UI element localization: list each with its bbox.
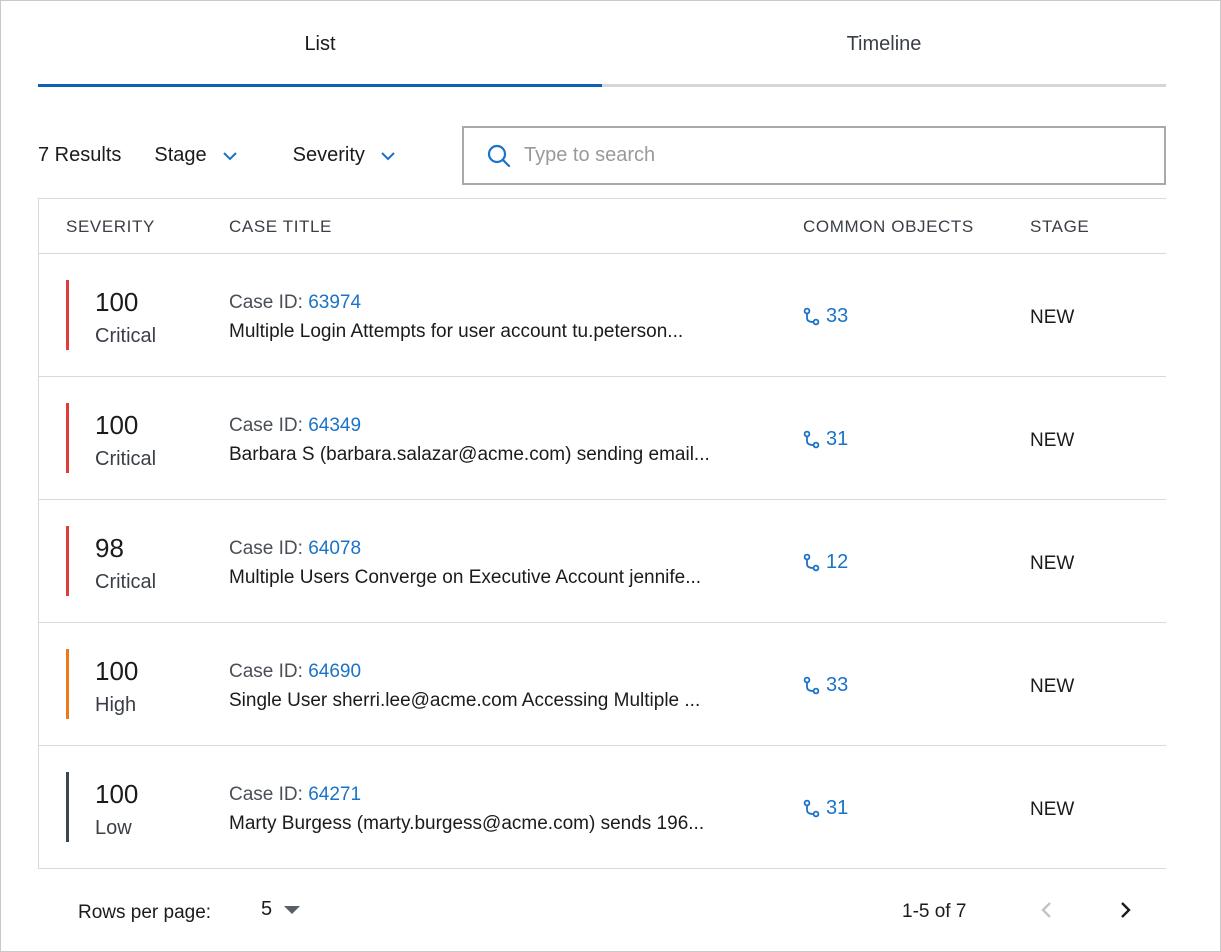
header-severity[interactable]: SEVERITY [66, 217, 155, 237]
table-row[interactable]: 100 High Case ID: 64690 Single User sher… [39, 623, 1166, 746]
case-title: Multiple Login Attempts for user account… [229, 321, 684, 342]
stage-filter-label: Stage [154, 144, 207, 166]
header-stage[interactable]: STAGE [1030, 217, 1089, 237]
rows-per-page-select[interactable]: 5 [261, 898, 301, 921]
pagination-range: 1-5 of 7 [902, 901, 967, 922]
chevron-left-icon [1041, 902, 1051, 918]
common-objects-count: 33 [826, 305, 849, 327]
case-id-link[interactable]: 64690 [308, 661, 361, 682]
severity-indicator-bar [66, 403, 69, 473]
stage-filter-dropdown[interactable]: Stage [154, 144, 238, 167]
stage-value: NEW [1030, 676, 1075, 697]
severity-label: Critical [95, 448, 157, 470]
severity-indicator-bar [66, 526, 69, 596]
header-common-objects[interactable]: COMMON OBJECTS [803, 217, 974, 237]
common-objects-link[interactable]: 12 [803, 551, 848, 574]
branch-icon [803, 307, 820, 325]
severity-filter-dropdown[interactable]: Severity [293, 144, 397, 167]
filter-bar: 7 Results Stage Severity [38, 126, 1166, 185]
severity-score: 100 [95, 410, 139, 440]
case-id-prefix: Case ID: [229, 538, 309, 559]
severity-indicator-bar [66, 649, 69, 719]
chevron-down-icon [381, 151, 395, 160]
case-id-link[interactable]: 64271 [308, 784, 361, 805]
table-row[interactable]: 100 Low Case ID: 64271 Marty Burgess (ma… [39, 746, 1166, 869]
cases-table: SEVERITY CASE TITLE COMMON OBJECTS STAGE… [38, 198, 1166, 869]
case-title: Marty Burgess (marty.burgess@acme.com) s… [229, 813, 705, 834]
case-id-prefix: Case ID: [229, 661, 309, 682]
severity-label: Critical [95, 325, 157, 347]
severity-score: 100 [95, 779, 139, 809]
table-row[interactable]: 100 Critical Case ID: 64349 Barbara S (b… [39, 377, 1166, 500]
case-title: Multiple Users Converge on Executive Acc… [229, 567, 702, 588]
table-header: SEVERITY CASE TITLE COMMON OBJECTS STAGE [39, 199, 1166, 254]
tab-timeline[interactable]: Timeline [602, 1, 1166, 87]
severity-label: High [95, 694, 137, 716]
severity-score: 98 [95, 533, 124, 563]
stage-value: NEW [1030, 799, 1075, 820]
app-frame: List Timeline 7 Results Stage Severity S… [0, 0, 1221, 952]
stage-value: NEW [1030, 430, 1075, 451]
table-body: 100 Critical Case ID: 63974 Multiple Log… [39, 254, 1166, 869]
rows-per-page-value: 5 [261, 898, 273, 920]
branch-icon [803, 676, 820, 694]
common-objects-link[interactable]: 33 [803, 305, 848, 328]
next-page-button[interactable] [1110, 895, 1140, 925]
common-objects-count: 33 [826, 674, 849, 696]
tab-list[interactable]: List [38, 1, 602, 87]
search-box[interactable] [462, 126, 1166, 185]
severity-score: 100 [95, 656, 139, 686]
search-input[interactable] [524, 144, 1124, 167]
chevron-right-icon [1121, 902, 1131, 918]
common-objects-count: 31 [826, 428, 849, 450]
case-title: Barbara S (barbara.salazar@acme.com) sen… [229, 444, 710, 465]
stage-value: NEW [1030, 553, 1075, 574]
case-id-prefix: Case ID: [229, 415, 309, 436]
results-count: 7 Results [38, 144, 122, 166]
case-id: Case ID: 64078 [229, 538, 361, 560]
common-objects-link[interactable]: 31 [803, 797, 848, 820]
severity-indicator-bar [66, 280, 69, 350]
severity-filter-label: Severity [292, 144, 365, 166]
case-id-prefix: Case ID: [229, 292, 309, 313]
case-id-prefix: Case ID: [229, 784, 309, 805]
table-row[interactable]: 100 Critical Case ID: 63974 Multiple Log… [39, 254, 1166, 377]
header-case-title[interactable]: CASE TITLE [229, 217, 332, 237]
common-objects-count: 12 [826, 551, 849, 573]
case-id: Case ID: 64349 [229, 415, 361, 437]
branch-icon [803, 799, 820, 817]
case-id-link[interactable]: 64078 [308, 538, 361, 559]
previous-page-button[interactable] [1032, 895, 1062, 925]
severity-label: Critical [95, 571, 157, 593]
case-id: Case ID: 63974 [229, 292, 361, 314]
search-icon [487, 144, 511, 167]
case-id: Case ID: 64271 [229, 784, 361, 806]
common-objects-link[interactable]: 33 [803, 674, 848, 697]
common-objects-count: 31 [826, 797, 849, 819]
common-objects-link[interactable]: 31 [803, 428, 848, 451]
chevron-down-icon [222, 151, 237, 160]
severity-indicator-bar [66, 772, 69, 842]
case-title: Single User sherri.lee@acme.com Accessin… [229, 690, 701, 711]
pagination: Rows per page: 5 1-5 of 7 [38, 867, 1166, 952]
severity-label: Low [95, 817, 132, 839]
table-row[interactable]: 98 Critical Case ID: 64078 Multiple User… [39, 500, 1166, 623]
stage-value: NEW [1030, 307, 1075, 328]
case-id-link[interactable]: 63974 [308, 292, 361, 313]
case-id-link[interactable]: 64349 [308, 415, 361, 436]
case-id: Case ID: 64690 [229, 661, 361, 683]
view-tabs: List Timeline [38, 1, 1166, 87]
branch-icon [803, 553, 820, 571]
caret-down-icon [284, 905, 301, 914]
severity-score: 100 [95, 287, 139, 317]
branch-icon [803, 430, 820, 448]
rows-per-page-label: Rows per page: [78, 902, 212, 923]
